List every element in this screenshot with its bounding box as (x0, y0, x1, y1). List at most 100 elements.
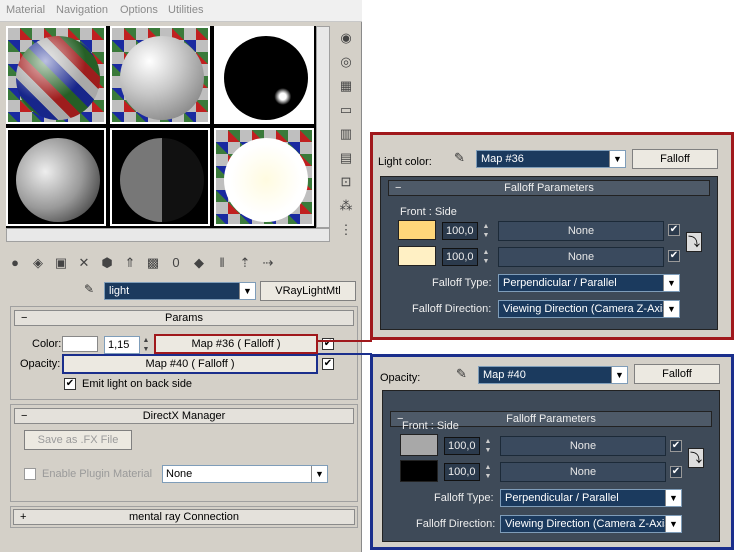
opacity-map-type-button[interactable]: Falloff (634, 364, 720, 384)
opacity-map-button[interactable]: Map #40 ( Falloff ) (62, 354, 318, 374)
opacity-color-swatch-2[interactable] (400, 460, 438, 482)
plugin-material-dropdown[interactable]: None ▼ (162, 465, 328, 483)
chevron-down-icon[interactable]: ▼ (663, 275, 679, 291)
red-connector-line (318, 340, 372, 342)
unique-icon[interactable]: ⇑ (119, 252, 141, 274)
opacity-map-name-field[interactable]: Map #40 ▼ (478, 366, 628, 384)
light-map-name-field[interactable]: Map #36 ▼ (476, 150, 626, 168)
chevron-down-icon[interactable]: ▼ (239, 283, 255, 299)
light-map-slot-2-checkbox[interactable]: ✔ (668, 250, 680, 262)
blue-connector-line (318, 353, 372, 355)
color-multiplier-field[interactable]: 1,15 (104, 336, 140, 354)
light-falloff-direction-value: Viewing Direction (Camera Z-Axis) (503, 303, 672, 315)
options-icon[interactable]: ⊡ (336, 172, 356, 192)
emit-back-side-checkbox[interactable]: ✔ (64, 378, 76, 390)
light-swap-icon[interactable]: ⤵ (686, 232, 702, 252)
light-value-field-1[interactable]: 100,0 (442, 222, 478, 240)
sample-slot-6[interactable] (214, 128, 314, 226)
pick-material-icon[interactable]: ✎ (84, 282, 100, 298)
chevron-down-icon[interactable]: ▼ (311, 466, 327, 482)
light-value-spinner-2[interactable]: ▲ ▼ (482, 248, 490, 266)
show-end-result-icon[interactable]: ‖ (211, 252, 233, 274)
put-to-library-icon[interactable]: ▩ (142, 252, 164, 274)
light-map-type-button[interactable]: Falloff (632, 149, 718, 169)
opacity-swap-icon[interactable]: ⤵ (688, 448, 704, 468)
chevron-down-icon[interactable]: ▼ (609, 151, 625, 167)
opacity-map-slot-1[interactable]: None (500, 436, 666, 456)
light-color-label: Light color: (378, 156, 432, 168)
get-material-icon[interactable]: ● (4, 252, 26, 274)
params-rollout-header[interactable]: − Params (14, 310, 354, 326)
chevron-down-icon[interactable]: ▼ (665, 490, 681, 506)
material-name-field[interactable]: light ▼ (104, 282, 256, 300)
sample-type-icon[interactable]: ◉ (336, 28, 356, 48)
menu-material[interactable]: Material (6, 4, 45, 16)
material-map-navigator-icon[interactable]: ⋮ (336, 220, 356, 240)
opacity-map-slot-1-checkbox[interactable]: ✔ (670, 440, 682, 452)
opacity-falloff-type-dropdown[interactable]: Perpendicular / Parallel ▼ (500, 489, 682, 507)
pick-map-icon[interactable]: ✎ (456, 366, 467, 382)
mentalray-rollout-header[interactable]: + mental ray Connection (13, 509, 355, 525)
opacity-falloff-direction-dropdown[interactable]: Viewing Direction (Camera Z-Axis) ▼ (500, 515, 682, 533)
color-swatch[interactable] (62, 336, 98, 352)
sphere-preview (224, 138, 308, 222)
assign-to-selection-icon[interactable]: ▣ (50, 252, 72, 274)
opacity-front-side-label: Front : Side (402, 420, 459, 432)
go-forward-icon[interactable]: ⇢ (257, 252, 279, 274)
enable-plugin-checkbox[interactable] (24, 468, 36, 480)
opacity-color-swatch-1[interactable] (400, 434, 438, 456)
opacity-map-checkbox[interactable]: ✔ (322, 358, 334, 370)
light-color-swatch-1[interactable] (398, 220, 436, 240)
color-multiplier-spinner[interactable]: ▲ ▼ (142, 336, 150, 354)
directx-rollout-header[interactable]: − DirectX Manager (14, 408, 354, 424)
put-to-scene-icon[interactable]: ◈ (27, 252, 49, 274)
video-color-icon[interactable]: ▥ (336, 124, 356, 144)
opacity-value-field-1[interactable]: 100,0 (444, 437, 480, 455)
light-map-slot-1-checkbox[interactable]: ✔ (668, 224, 680, 236)
sample-slot-2[interactable] (110, 26, 210, 124)
light-falloff-rollout-header[interactable]: − Falloff Parameters (388, 180, 710, 196)
opacity-falloff-type-value: Perpendicular / Parallel (505, 492, 619, 504)
light-map-name-value: Map #36 (481, 153, 524, 165)
light-map-slot-2[interactable]: None (498, 247, 664, 267)
material-id-icon[interactable]: 0 (165, 252, 187, 274)
material-type-button[interactable]: VRayLightMtl (260, 281, 356, 301)
light-value-field-2[interactable]: 100,0 (442, 248, 478, 266)
background-icon[interactable]: ▦ (336, 76, 356, 96)
color-map-button[interactable]: Map #36 ( Falloff ) (154, 334, 318, 354)
light-falloff-type-dropdown[interactable]: Perpendicular / Parallel ▼ (498, 274, 680, 292)
select-by-material-icon[interactable]: ⁂ (336, 196, 356, 216)
sample-slot-5[interactable] (110, 128, 210, 226)
chevron-down-icon[interactable]: ▼ (663, 301, 679, 317)
opacity-value-spinner-2[interactable]: ▲ ▼ (484, 463, 492, 481)
opacity-map-slot-2[interactable]: None (500, 462, 666, 482)
light-falloff-direction-dropdown[interactable]: Viewing Direction (Camera Z-Axis) ▼ (498, 300, 680, 318)
menu-utilities[interactable]: Utilities (168, 4, 203, 16)
plugin-material-value: None (166, 468, 193, 480)
save-fx-button[interactable]: Save as .FX File (24, 430, 132, 450)
sample-slot-1[interactable] (6, 26, 106, 124)
light-value-spinner-1[interactable]: ▲ ▼ (482, 222, 490, 240)
light-color-swatch-2[interactable] (398, 246, 436, 266)
opacity-falloff-type-label: Falloff Type: (434, 492, 494, 504)
sample-slot-3[interactable] (214, 26, 314, 124)
opacity-map-slot-2-checkbox[interactable]: ✔ (670, 466, 682, 478)
chevron-down-icon[interactable]: ▼ (611, 367, 627, 383)
copy-icon[interactable]: ⬢ (96, 252, 118, 274)
show-in-viewport-icon[interactable]: ◆ (188, 252, 210, 274)
sample-slot-4[interactable] (6, 128, 106, 226)
menu-options[interactable]: Options (120, 4, 158, 16)
menu-navigation[interactable]: Navigation (56, 4, 108, 16)
opacity-value-spinner-1[interactable]: ▲ ▼ (484, 437, 492, 455)
chevron-down-icon[interactable]: ▼ (665, 516, 681, 532)
pick-map-icon[interactable]: ✎ (454, 150, 465, 166)
uv-tiling-icon[interactable]: ▭ (336, 100, 356, 120)
go-to-parent-icon[interactable]: ⇡ (234, 252, 256, 274)
slots-vertical-scrollbar[interactable] (316, 26, 330, 228)
opacity-value-field-2[interactable]: 100,0 (444, 463, 480, 481)
slots-horizontal-scrollbar[interactable] (6, 228, 330, 242)
reset-icon[interactable]: ✕ (73, 252, 95, 274)
make-preview-icon[interactable]: ▤ (336, 148, 356, 168)
light-map-slot-1[interactable]: None (498, 221, 664, 241)
backlight-icon[interactable]: ◎ (336, 52, 356, 72)
